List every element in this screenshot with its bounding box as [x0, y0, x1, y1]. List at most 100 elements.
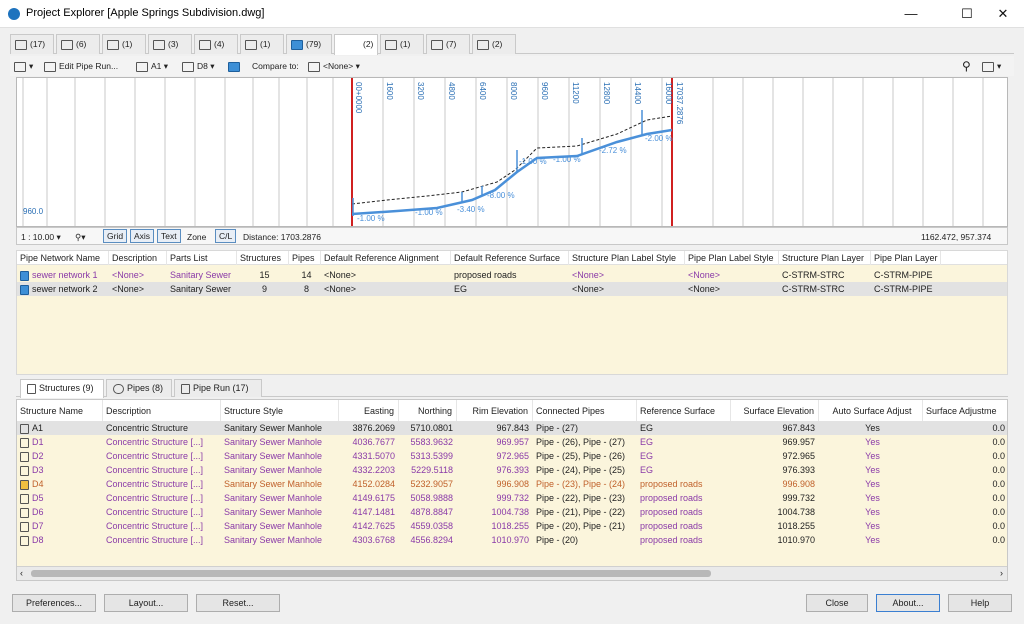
column-header[interactable]: Description [103, 400, 221, 422]
cl-toggle[interactable]: C/L [215, 229, 237, 243]
structure-icon [182, 61, 194, 72]
table-row[interactable]: D1 Concentric Structure [...] Sanitary S… [17, 435, 1007, 449]
close-window-button[interactable]: ✕ [980, 0, 1024, 28]
tab-sample-lines[interactable]: (3) [148, 34, 192, 54]
end-structure-select[interactable]: D8 ▾ [182, 58, 215, 74]
help-button[interactable]: Help [948, 594, 1012, 612]
about-button[interactable]: About... [876, 594, 940, 612]
search-icon[interactable]: ⚲ [962, 58, 971, 74]
tab-gradings[interactable]: (1) [380, 34, 424, 54]
column-header[interactable]: Description [109, 251, 167, 265]
table-row[interactable]: D4 Concentric Structure [...] Sanitary S… [17, 477, 1007, 491]
text-toggle[interactable]: Text [157, 229, 181, 243]
column-header[interactable]: Parts List [167, 251, 237, 265]
column-header[interactable]: Structure Plan Label Style [569, 251, 685, 265]
lock-button[interactable] [228, 58, 243, 74]
column-header[interactable]: Default Reference Surface [451, 251, 569, 265]
table-row[interactable]: D8 Concentric Structure [...] Sanitary S… [17, 533, 1007, 547]
station-labels: 00+0000 1600 3200 4800 6400 8000 9600 11… [354, 82, 684, 125]
column-header[interactable]: Easting [339, 400, 399, 422]
column-header[interactable]: Structures [237, 251, 289, 265]
horizontal-scrollbar[interactable]: ‹ › [17, 566, 1007, 580]
corridor-icon [107, 39, 119, 50]
tab-alignments[interactable]: (17) [10, 34, 54, 54]
table-row[interactable]: sewer network 2 <None> Sanitary Sewer 9 … [17, 282, 1007, 296]
table-icon [477, 39, 489, 50]
column-header[interactable]: Auto Surface Adjust [819, 400, 923, 422]
structure-icon [20, 493, 29, 504]
tab-feature-lines[interactable]: (1) [240, 34, 284, 54]
pipe-network-icon [291, 39, 303, 50]
column-header[interactable]: Pipe Plan Layer [871, 251, 941, 265]
start-structure-select[interactable]: A1 ▾ [136, 58, 168, 74]
toolbar: ▾ Edit Pipe Run... A1 ▾ D8 ▾ Compare to:… [10, 56, 1014, 76]
column-header[interactable]: Pipe Plan Label Style [685, 251, 779, 265]
scale-dropdown[interactable]: 1 : 10.00 ▾ [21, 229, 61, 245]
warning-structure-icon [20, 479, 29, 490]
scroll-right-icon[interactable]: › [1000, 568, 1003, 578]
column-header[interactable]: Northing [399, 400, 457, 422]
add-run-button[interactable]: ▾ [14, 58, 33, 74]
compare-to-dropdown[interactable]: <None> ▾ [308, 58, 360, 74]
profile-view[interactable]: 00+0000 1600 3200 4800 6400 8000 9600 11… [16, 77, 1008, 227]
table-row[interactable]: D7 Concentric Structure [...] Sanitary S… [17, 519, 1007, 533]
edit-pipe-run-button[interactable]: Edit Pipe Run... [44, 58, 118, 74]
grading-icon [385, 39, 397, 50]
tab-parcels[interactable]: (4) [194, 34, 238, 54]
app-icon [8, 8, 20, 20]
column-header[interactable]: Connected Pipes [533, 400, 637, 422]
parcel-icon [199, 39, 211, 50]
feature-line-icon [245, 39, 257, 50]
structure-icon [20, 451, 29, 462]
tab-pipe-networks[interactable]: (79) [286, 34, 332, 54]
close-button[interactable]: Close [806, 594, 868, 612]
column-header[interactable]: Rim Elevation [457, 400, 533, 422]
detail-tabs: Structures (9) Pipes (8) Pipe Run (17) [16, 379, 1008, 398]
axis-toggle[interactable]: Axis [130, 229, 155, 243]
tab-structures[interactable]: Structures (9) [20, 379, 104, 398]
layout-button[interactable]: Layout... [104, 594, 188, 612]
preferences-button[interactable]: Preferences... [12, 594, 96, 612]
tab-pressure-networks[interactable]: (7) [426, 34, 470, 54]
grid-toggle[interactable]: Grid [103, 229, 128, 243]
cursor-coordinates: 1162.472, 957.374 [921, 232, 992, 242]
table-row[interactable]: D3 Concentric Structure [...] Sanitary S… [17, 463, 1007, 477]
tab-pipe-run[interactable]: Pipe Run (17) [174, 379, 262, 397]
structure-icon [20, 465, 29, 476]
scroll-left-icon[interactable]: ‹ [20, 568, 23, 578]
table-row[interactable]: D5 Concentric Structure [...] Sanitary S… [17, 491, 1007, 505]
table-row[interactable]: A1 Concentric Structure Sanitary Sewer M… [17, 421, 1007, 435]
column-header[interactable]: Structure Name [17, 400, 103, 422]
table-row[interactable]: D2 Concentric Structure [...] Sanitary S… [17, 449, 1007, 463]
station-label: 11200 [571, 82, 580, 104]
column-header[interactable]: Structure Plan Layer [779, 251, 871, 265]
slope-label: -2.72 % [599, 146, 627, 155]
scrollbar-thumb[interactable] [31, 570, 711, 577]
elevation-label: 960.0 [23, 207, 44, 216]
column-header[interactable]: Surface Adjustme [923, 400, 1007, 422]
tab-tables[interactable]: (2) [472, 34, 516, 54]
column-header[interactable]: Structure Style [221, 400, 339, 422]
column-header[interactable]: Surface Elevation [731, 400, 819, 422]
table-row[interactable]: D6 Concentric Structure [...] Sanitary S… [17, 505, 1007, 519]
station-label: 1600 [385, 82, 394, 100]
reset-button[interactable]: Reset... [196, 594, 280, 612]
structure-icon [20, 521, 29, 532]
column-header[interactable]: Pipes [289, 251, 321, 265]
zoom-button[interactable]: ⚲▾ [75, 229, 86, 245]
column-header[interactable]: Default Reference Alignment [321, 251, 451, 265]
station-label: 6400 [478, 82, 487, 100]
minimize-button[interactable]: — [888, 0, 934, 28]
column-header[interactable]: Reference Surface [637, 400, 731, 422]
view-options-button[interactable]: ▾ [982, 58, 1001, 74]
compare-to-label: Compare to: [252, 61, 299, 71]
tab-corridors[interactable]: (1) [102, 34, 146, 54]
column-header[interactable]: Pipe Network Name [17, 251, 109, 265]
station-label: 17037.2876 [675, 82, 684, 125]
lock-icon [228, 61, 240, 72]
tab-bridges[interactable]: (6) [56, 34, 100, 54]
tab-pipes[interactable]: Pipes (8) [106, 379, 172, 397]
table-row[interactable]: sewer network 1 <None> Sanitary Sewer 15… [17, 268, 1007, 282]
station-label: 9600 [540, 82, 549, 100]
tab-current[interactable]: (2) [334, 34, 378, 55]
